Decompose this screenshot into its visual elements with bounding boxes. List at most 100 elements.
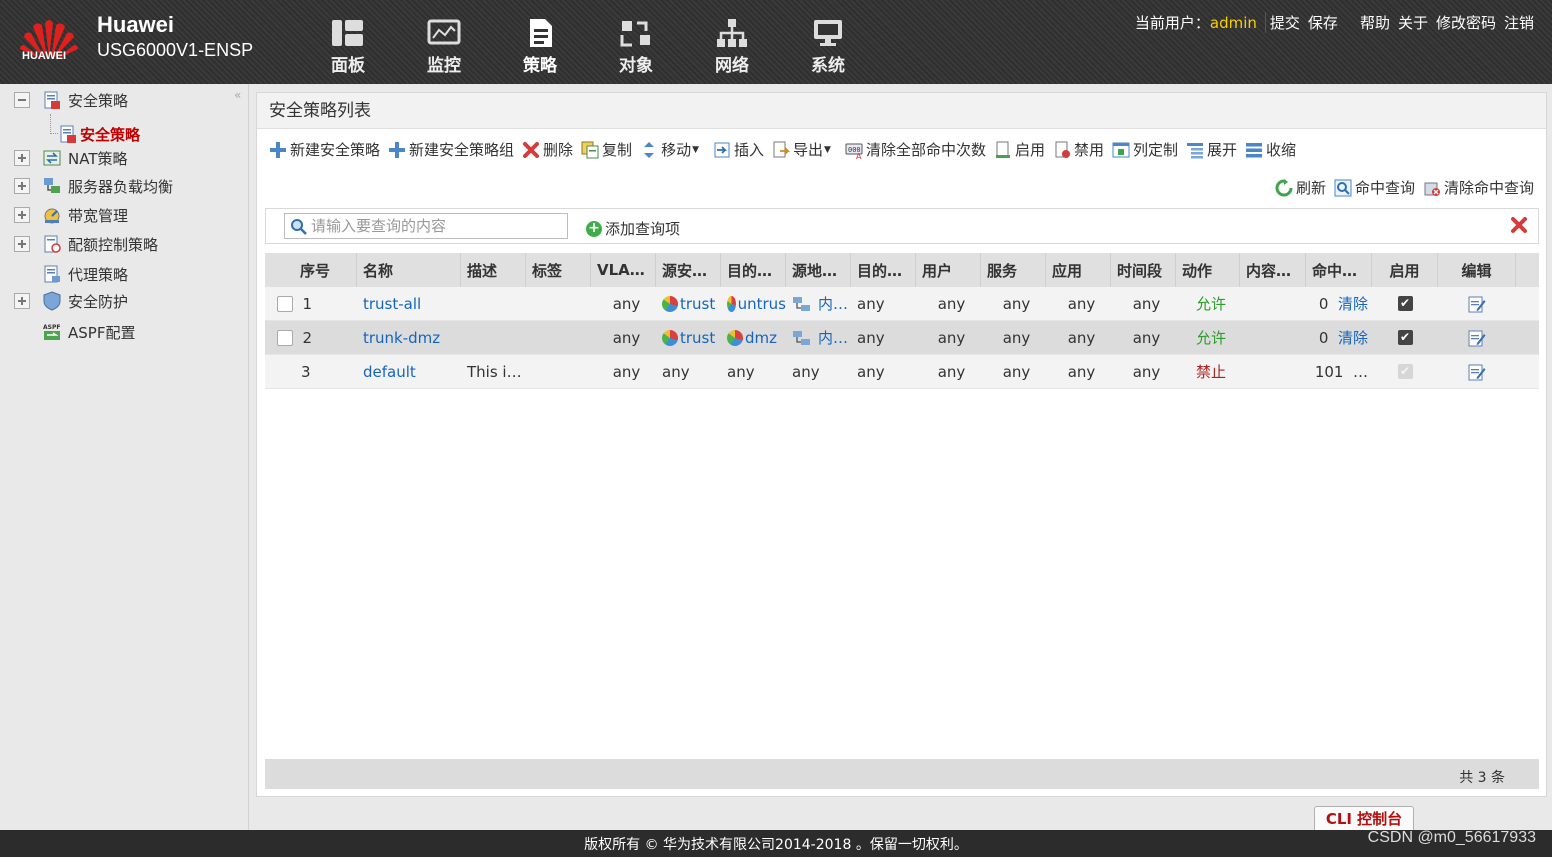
column-header[interactable]: 目的… (721, 253, 786, 287)
edit-cell[interactable] (1438, 287, 1516, 320)
copy-button[interactable]: 复制 (581, 139, 632, 160)
nav-network[interactable]: 网络 (684, 18, 780, 76)
name-cell[interactable]: trunk-dmz (357, 321, 461, 354)
table-row[interactable]: 1 trust-all any trust untrus 内… any any any any an… (265, 287, 1539, 321)
policy-name-link[interactable]: trust-all (363, 295, 421, 313)
column-header[interactable]: VLA… (591, 253, 656, 287)
row-select-checkbox[interactable] (277, 295, 293, 312)
collapse-button[interactable]: 收缩 (1245, 139, 1296, 160)
save-button[interactable]: 保存 (1304, 12, 1342, 33)
refresh-button[interactable]: 刷新 (1275, 177, 1326, 198)
column-header[interactable]: 用户 (916, 253, 981, 287)
enable-checkbox[interactable]: ✔ (1397, 296, 1413, 311)
search-input[interactable] (284, 213, 568, 239)
nav-object[interactable]: 对象 (588, 18, 684, 76)
help-button[interactable]: 帮助 (1356, 12, 1394, 33)
src-addr-cell[interactable]: 内… (786, 321, 851, 354)
nav-policy[interactable]: 策略 (492, 18, 588, 76)
clear-hits-link[interactable]: 清除 (1338, 327, 1368, 348)
src-zone-cell[interactable]: any (656, 355, 721, 388)
dst-zone-cell[interactable]: dmz (721, 321, 786, 354)
insert-button[interactable]: 插入 (713, 139, 764, 160)
expand-node-icon[interactable] (14, 178, 30, 194)
edit-cell[interactable] (1438, 321, 1516, 354)
column-header[interactable]: 应用 (1046, 253, 1111, 287)
zone-link[interactable]: untrus (738, 295, 786, 313)
clear-hits-link[interactable]: … (1353, 363, 1368, 381)
move-dropdown[interactable]: 移动 ▼ (640, 139, 699, 160)
delete-button[interactable]: 删除 (522, 139, 573, 160)
column-header[interactable]: 源安… (656, 253, 721, 287)
src-zone-cell[interactable]: trust (656, 321, 721, 354)
sidebar-item-security-policy[interactable]: 安全策略 (14, 89, 128, 111)
new-policy-button[interactable]: 新建安全策略 (269, 139, 380, 160)
enabled-cell[interactable]: ✔ (1372, 287, 1438, 320)
expand-node-icon[interactable] (14, 293, 30, 309)
enable-button[interactable]: 启用 (994, 139, 1045, 160)
new-policy-group-button[interactable]: 新建安全策略组 (388, 139, 514, 160)
table-row[interactable]: 2 trunk-dmz any trust dmz 内… any any any any any 允许… (265, 321, 1539, 355)
sidebar-subitem-security-policy[interactable]: 安全策略 (58, 123, 140, 145)
zone-link[interactable]: trust (680, 329, 715, 347)
commit-button[interactable]: 提交 (1264, 12, 1304, 33)
table-row[interactable]: 3 default This i… any any any any any any any any a… (265, 355, 1539, 389)
column-header[interactable]: 动作 (1176, 253, 1240, 287)
sidebar-item-security-protection[interactable]: 安全防护 (14, 290, 128, 312)
sidebar-item-bandwidth[interactable]: 带宽管理 (14, 204, 128, 226)
edit-icon[interactable] (1468, 329, 1486, 347)
clear-all-hits-button[interactable]: 000 A 清除全部命中次数 (845, 139, 986, 160)
expand-button[interactable]: 展开 (1186, 139, 1237, 160)
expand-node-icon[interactable] (14, 150, 30, 166)
nav-monitor[interactable]: 监控 (396, 18, 492, 76)
src-addr-cell[interactable]: 内… (786, 287, 851, 320)
edit-icon[interactable] (1468, 295, 1486, 313)
zone-link[interactable]: dmz (745, 329, 777, 347)
column-header[interactable]: 编辑 (1438, 253, 1516, 287)
name-cell[interactable]: default (357, 355, 461, 388)
sidebar-item-server-lb[interactable]: 服务器负载均衡 (14, 175, 173, 197)
column-custom-button[interactable]: 列定制 (1112, 139, 1178, 160)
policy-name-link[interactable]: trunk-dmz (363, 329, 440, 347)
expand-node-icon[interactable] (14, 207, 30, 223)
name-cell[interactable]: trust-all (357, 287, 461, 320)
column-header[interactable]: 描述 (461, 253, 526, 287)
src-addr-link[interactable]: 内… (818, 327, 848, 348)
column-header[interactable]: 启用 (1372, 253, 1438, 287)
src-addr-link[interactable]: 内… (818, 293, 848, 314)
dst-zone-cell[interactable]: untrus (721, 287, 786, 320)
column-header[interactable]: 内容… (1240, 253, 1306, 287)
collapse-node-icon[interactable] (14, 92, 30, 108)
edit-icon[interactable] (1468, 363, 1486, 381)
clear-hit-query-button[interactable]: 清除命中查询 (1423, 177, 1534, 198)
expand-node-icon[interactable] (14, 236, 30, 252)
column-header[interactable]: 目的… (851, 253, 916, 287)
hit-query-button[interactable]: 命中查询 (1334, 177, 1415, 198)
sidebar-item-nat[interactable]: NAT策略 (14, 147, 127, 169)
nav-dashboard[interactable]: 面板 (300, 18, 396, 76)
column-header[interactable]: 时间段 (1111, 253, 1176, 287)
policy-name-link[interactable]: default (363, 363, 416, 381)
close-icon[interactable] (1510, 216, 1528, 234)
dst-zone-cell[interactable]: any (721, 355, 786, 388)
row-select-checkbox[interactable] (277, 329, 293, 346)
collapse-sidebar-icon[interactable]: « (234, 88, 241, 102)
column-header[interactable]: 命中… (1306, 253, 1372, 287)
sidebar-item-quota[interactable]: 配额控制策略 (14, 233, 158, 255)
src-zone-cell[interactable]: trust (656, 287, 721, 320)
clear-hits-link[interactable]: 清除 (1338, 293, 1368, 314)
sidebar-item-aspf[interactable]: ASPF ASPF配置 (14, 321, 135, 343)
export-dropdown[interactable]: 导出 ▼ (772, 139, 831, 160)
column-header[interactable]: 序号 (265, 253, 357, 287)
edit-cell[interactable] (1438, 355, 1516, 388)
src-addr-cell[interactable]: any (786, 355, 851, 388)
column-header[interactable]: 标签 (526, 253, 591, 287)
nav-system[interactable]: 系统 (780, 18, 876, 76)
change-password-button[interactable]: 修改密码 (1432, 12, 1500, 33)
about-button[interactable]: 关于 (1394, 12, 1432, 33)
column-header[interactable]: 源地… (786, 253, 851, 287)
disable-button[interactable]: 禁用 (1053, 139, 1104, 160)
enable-checkbox[interactable]: ✔ (1397, 330, 1413, 345)
sidebar-item-proxy[interactable]: 代理策略 (14, 263, 128, 285)
enabled-cell[interactable]: ✔ (1372, 321, 1438, 354)
enabled-cell[interactable]: ✔ (1372, 355, 1438, 388)
